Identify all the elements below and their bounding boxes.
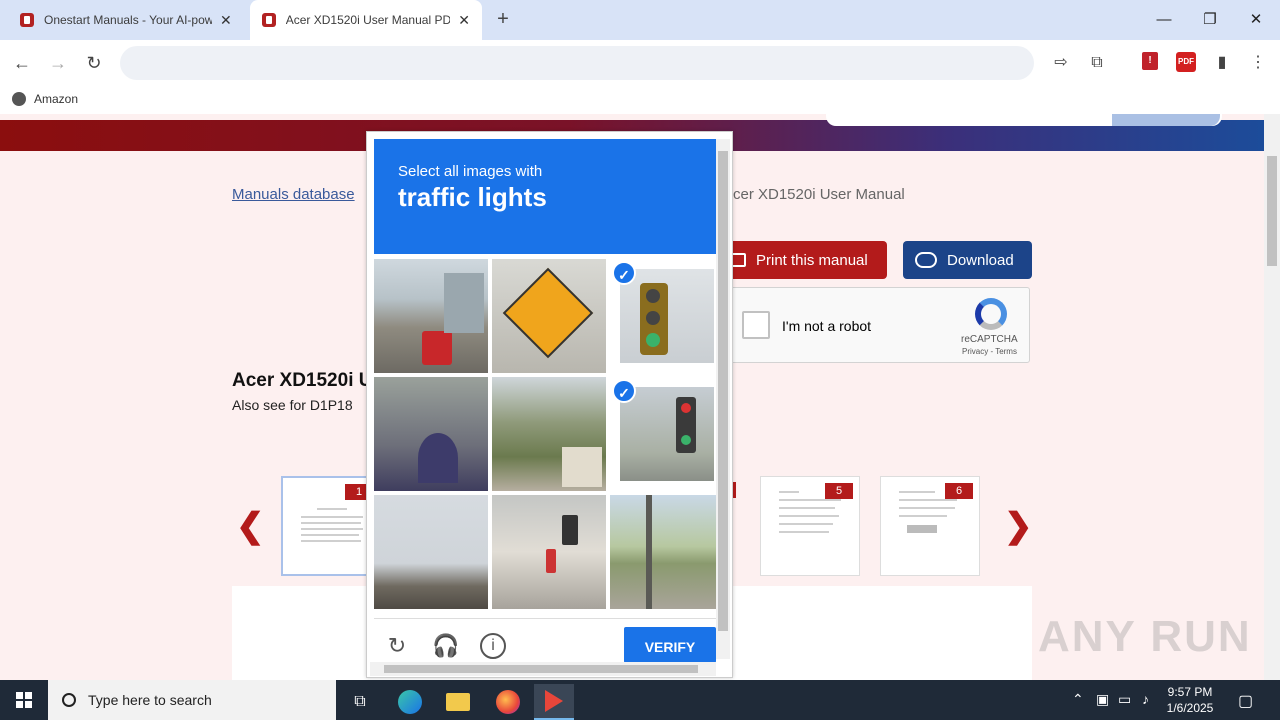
print-label: Print this manual <box>756 251 868 269</box>
recaptcha-widget: I'm not a robot reCAPTCHA Privacy - Term… <box>728 287 1030 363</box>
scrollbar-thumb[interactable] <box>718 151 728 631</box>
challenge-prompt: Select all images with <box>398 163 543 180</box>
page-title: Acer XD1520i U <box>232 370 373 391</box>
back-arrow-icon[interactable]: ← <box>10 51 34 75</box>
new-tab-button[interactable]: + <box>492 8 514 30</box>
tab-acer-manual[interactable]: Acer XD1520i User Manual PDF ✕ <box>250 0 482 40</box>
onestart-extension-icon[interactable]: ! <box>1142 52 1158 70</box>
address-bar[interactable] <box>120 46 1034 80</box>
pdf-extension-icon[interactable]: PDF <box>1176 52 1196 72</box>
volume-icon[interactable]: ♪ <box>1142 691 1149 707</box>
scrollbar-thumb[interactable] <box>384 665 698 673</box>
tray-device-icon[interactable]: ▣ <box>1096 691 1109 708</box>
firefox-app-icon[interactable] <box>488 684 528 720</box>
breadcrumb-current: cer XD1520i User Manual <box>733 186 905 203</box>
challenge-target: traffic lights <box>398 182 547 212</box>
bookmark-label: Amazon <box>34 92 79 106</box>
menu-kebab-icon[interactable]: ⋮ <box>1247 52 1269 74</box>
search-icon <box>62 693 76 707</box>
file-explorer-icon[interactable] <box>438 684 478 720</box>
network-icon[interactable]: ▭ <box>1118 691 1131 708</box>
browser-toolbar: ← → ↻ ⇨ ⧉ ! PDF ▮ ⋮ <box>0 40 1280 86</box>
bookmark-amazon[interactable]: Amazon <box>12 92 78 106</box>
breadcrumb-manuals-database[interactable]: Manuals database <box>232 186 355 203</box>
challenge-footer: ↻ 🎧 i VERIFY <box>374 618 716 663</box>
recaptcha-checkbox[interactable] <box>742 311 770 339</box>
taskbar-clock[interactable]: 9:57 PM 1/6/2025 <box>1160 684 1220 716</box>
reload-icon[interactable]: ↻ <box>82 51 106 75</box>
notifications-icon[interactable]: ▢ <box>1238 691 1253 711</box>
clock-time: 9:57 PM <box>1167 685 1213 699</box>
recaptcha-challenge-popup: Select all images with traffic lights ✓ … <box>366 131 733 678</box>
tab-title: Acer XD1520i User Manual PDF <box>285 13 451 27</box>
windows-logo-icon <box>16 692 32 708</box>
share-icon[interactable]: ⇨ <box>1050 52 1072 74</box>
download-label: Download <box>947 251 1014 269</box>
site-search-button[interactable] <box>1112 114 1220 126</box>
chevron-left-icon[interactable]: ❮ <box>236 506 265 546</box>
anyrun-watermark: ANY RUN <box>1038 612 1252 661</box>
side-panel-icon[interactable]: ▮ <box>1211 52 1233 74</box>
print-manual-button[interactable]: Print this manual <box>718 241 887 279</box>
challenge-horizontal-scrollbar[interactable] <box>370 662 716 676</box>
challenge-tile-6[interactable]: ✓ <box>610 377 724 491</box>
also-see-text: Also see for D1P18 <box>232 397 353 413</box>
manuals-favicon-icon <box>262 13 276 27</box>
thumbnail-page-5[interactable]: 5 <box>760 476 860 576</box>
page-number-badge: 6 <box>945 483 973 499</box>
tab-strip: Onestart Manuals - Your AI-pow ✕ Acer XD… <box>0 0 1280 40</box>
clock-date: 1/6/2025 <box>1166 701 1214 715</box>
selected-check-icon: ✓ <box>612 261 636 285</box>
windows-taskbar: Type here to search ⧉ ⌃ ▣ ▭ ♪ 9:57 PM 1/… <box>0 680 1280 720</box>
thumbnail-page-6[interactable]: 6 <box>880 476 980 576</box>
taskbar-search[interactable]: Type here to search <box>48 680 336 720</box>
reload-challenge-icon[interactable]: ↻ <box>384 633 410 659</box>
close-tab-icon[interactable]: ✕ <box>220 12 232 29</box>
recaptcha-brand: reCAPTCHA <box>961 334 1018 345</box>
verify-button[interactable]: VERIFY <box>624 627 716 663</box>
challenge-header: Select all images with traffic lights <box>374 139 716 254</box>
challenge-tile-2[interactable] <box>492 259 606 373</box>
scrollbar-thumb[interactable] <box>1267 156 1277 266</box>
challenge-tile-8[interactable] <box>492 495 606 609</box>
recaptcha-label: I'm not a robot <box>782 318 872 334</box>
media-player-app-icon[interactable] <box>534 684 574 720</box>
download-button[interactable]: Download <box>903 241 1032 279</box>
selected-check-icon: ✓ <box>612 379 636 403</box>
challenge-tile-1[interactable] <box>374 259 488 373</box>
start-button[interactable] <box>0 680 48 720</box>
globe-icon <box>12 92 26 106</box>
chevron-right-icon[interactable]: ❯ <box>1004 506 1033 546</box>
recaptcha-logo-icon <box>975 298 1007 330</box>
page-number-badge: 5 <box>825 483 853 499</box>
tray-chevron-up-icon[interactable]: ⌃ <box>1072 691 1084 708</box>
challenge-tile-3[interactable]: ✓ <box>610 259 724 373</box>
minimize-button[interactable]: — <box>1152 8 1176 32</box>
challenge-tile-4[interactable] <box>374 377 488 491</box>
maximize-button[interactable]: ❐ <box>1198 8 1222 32</box>
page-scrollbar[interactable] <box>1264 114 1280 680</box>
tab-title: Onestart Manuals - Your AI-pow <box>44 13 212 27</box>
tab-onestart-manuals[interactable]: Onestart Manuals - Your AI-pow ✕ <box>8 0 248 40</box>
challenge-tile-5[interactable] <box>492 377 606 491</box>
bookmarks-bar: Amazon <box>0 86 1280 114</box>
manuals-favicon-icon <box>20 13 34 27</box>
taskbar-search-placeholder: Type here to search <box>88 692 212 708</box>
challenge-vertical-scrollbar[interactable] <box>716 139 730 659</box>
task-view-icon[interactable]: ⧉ <box>340 684 380 720</box>
recaptcha-privacy-terms[interactable]: Privacy - Terms <box>962 347 1017 356</box>
close-tab-icon[interactable]: ✕ <box>458 12 470 29</box>
extensions-puzzle-icon[interactable]: ⧉ <box>1086 52 1108 74</box>
cloud-download-icon <box>915 252 937 268</box>
audio-challenge-icon[interactable]: 🎧 <box>432 633 459 659</box>
close-window-button[interactable]: ✕ <box>1244 8 1268 32</box>
info-icon[interactable]: i <box>480 633 506 659</box>
forward-arrow-icon[interactable]: → <box>46 51 70 75</box>
edge-app-icon[interactable] <box>390 684 430 720</box>
challenge-tile-7[interactable] <box>374 495 488 609</box>
challenge-tile-9[interactable] <box>610 495 724 609</box>
